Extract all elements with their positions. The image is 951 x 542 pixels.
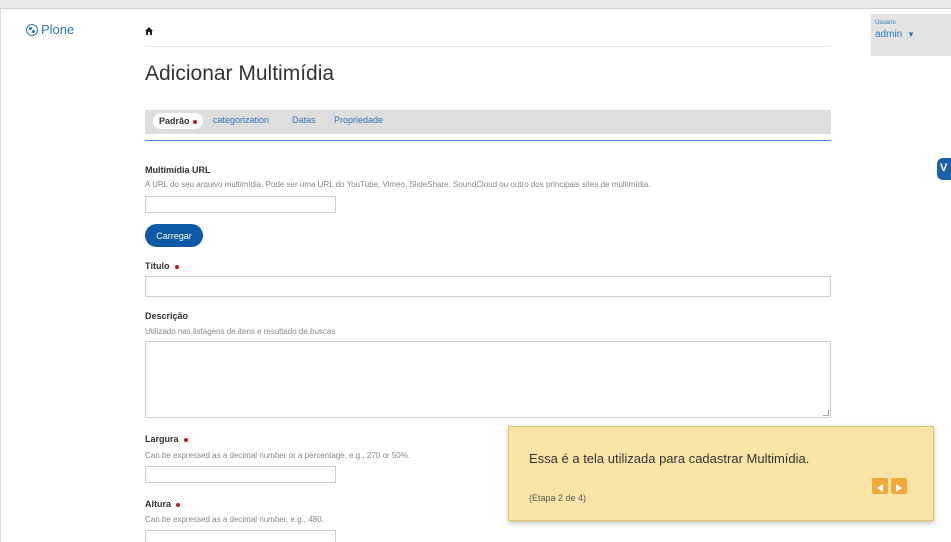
resize-handle-icon[interactable] (823, 410, 829, 416)
user-name-text: admin (875, 29, 903, 40)
form-tabs: Padrão categorization Datas Propriedade (145, 110, 831, 134)
tour-next-button[interactable] (891, 478, 907, 494)
triangle-left-icon (877, 484, 883, 492)
tab-categorization[interactable]: categorization (213, 115, 269, 125)
top-divider (0, 8, 951, 9)
tour-step-counter: (Etapa 2 de 4) (529, 493, 587, 503)
width-help: Can be expressed as a decimal number or … (145, 451, 411, 460)
home-icon[interactable] (145, 27, 153, 35)
required-indicator (183, 437, 188, 442)
url-help: A URL do seu arquivo multimídia. Pode se… (145, 180, 651, 189)
page-title: Adicionar Multimídia (145, 62, 335, 85)
tab-padrao-label: Padrão (159, 116, 190, 126)
required-indicator (192, 119, 197, 124)
height-input[interactable] (145, 530, 336, 542)
height-label: Altura (145, 499, 181, 509)
tour-prev-button[interactable] (872, 478, 888, 494)
height-help: Can be expressed as a decimal number, e.… (145, 515, 324, 524)
tabs-underline (145, 140, 831, 141)
user-name[interactable]: admin ▼ (875, 29, 915, 40)
height-label-text: Altura (145, 499, 172, 509)
url-input[interactable] (145, 196, 336, 213)
plone-logo[interactable]: Plone (26, 22, 74, 37)
window-top-bar (0, 0, 951, 8)
left-border (0, 9, 1, 542)
description-label: Descrição (145, 311, 189, 321)
width-input[interactable] (145, 466, 336, 483)
tour-message: Essa é a tela utilizada para cadastrar M… (529, 451, 810, 466)
title-label: Título (145, 261, 179, 271)
caret-down-icon: ▼ (907, 30, 915, 39)
title-input[interactable] (145, 276, 831, 297)
user-menu[interactable]: Usuario admin ▼ (871, 14, 951, 56)
side-widget-letter: V (940, 162, 948, 174)
description-textarea[interactable] (145, 341, 831, 418)
description-help: Utilizado nas listagens de itens e resul… (145, 327, 336, 336)
title-label-text: Título (145, 261, 170, 271)
user-label: Usuario (875, 20, 896, 26)
required-indicator (174, 264, 179, 269)
breadcrumb-divider (145, 46, 831, 47)
width-label: Largura (145, 434, 188, 444)
width-label-text: Largura (145, 434, 179, 444)
required-indicator (176, 502, 181, 507)
tab-datas[interactable]: Datas (292, 115, 316, 125)
triangle-right-icon (896, 484, 902, 492)
tour-popup: Essa é a tela utilizada para cadastrar M… (508, 426, 934, 521)
url-label: Multimídia URL (145, 165, 211, 175)
plone-logo-text: Plone (41, 22, 75, 37)
tab-propriedade[interactable]: Propriedade (334, 115, 383, 125)
side-widget-tab[interactable]: V (937, 158, 951, 180)
plone-logo-icon (26, 23, 38, 36)
load-button[interactable]: Carregar (145, 224, 203, 247)
tab-padrao[interactable]: Padrão (153, 113, 203, 129)
